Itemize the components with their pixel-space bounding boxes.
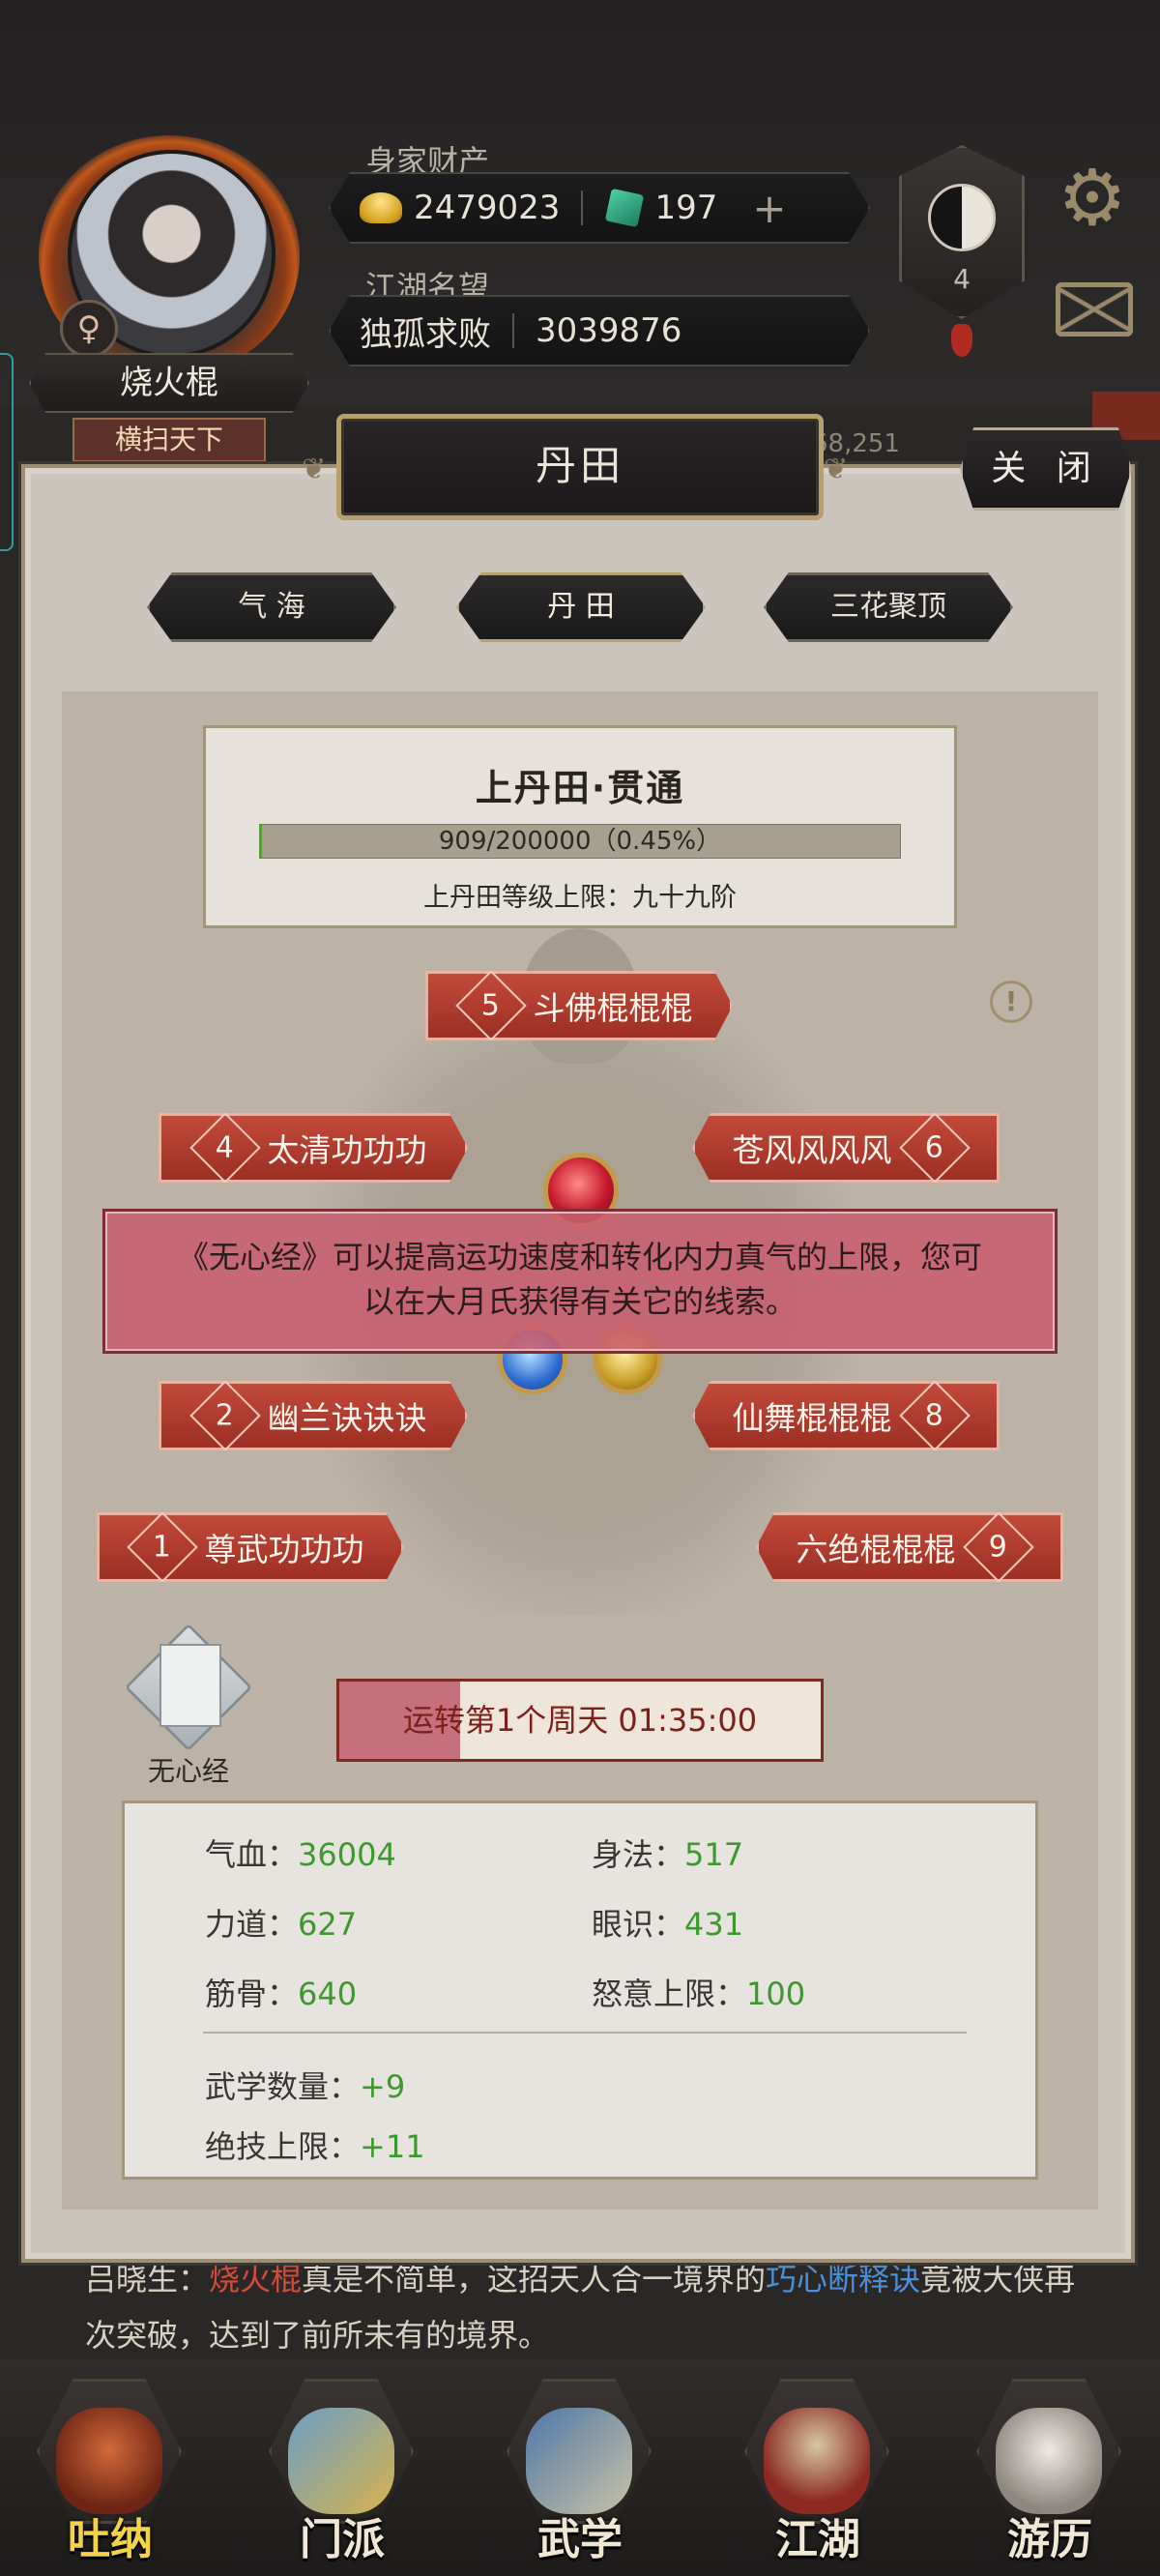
mail-icon[interactable] xyxy=(1056,282,1133,337)
dialog-title: 丹田 xyxy=(336,414,824,520)
taiji-level: 4 xyxy=(953,263,971,295)
skill-slot-6[interactable]: 苍风风风风 6 xyxy=(692,1113,1000,1183)
skill-slot-number: 1 xyxy=(126,1512,198,1582)
skill-slot-number: 8 xyxy=(898,1381,971,1450)
skill-slot-number: 2 xyxy=(188,1381,261,1450)
jade-icon xyxy=(605,188,645,228)
side-panel-handle[interactable] xyxy=(0,353,14,551)
gold-ingot-icon xyxy=(360,192,402,223)
stat-shenfa: 身法：517 xyxy=(592,1836,744,1873)
tab-qihai[interactable]: 气 海 xyxy=(147,572,396,642)
skill-slot-name: 苍风风风风 xyxy=(732,1131,892,1169)
skill-slot-number: 4 xyxy=(188,1113,261,1183)
reputation-bar: 独孤求败 3039876 xyxy=(329,295,870,366)
skill-slot-name: 六绝棍棍棍 xyxy=(796,1531,956,1568)
nav-jianghu[interactable]: 江湖 xyxy=(731,2504,905,2566)
story-log: 吕晓生：烧火棍真是不简单，这招天人合一境界的巧心断释诀竟被大侠再次突破，达到了前… xyxy=(85,2251,1090,2363)
story-speaker: 吕晓生： xyxy=(85,2261,210,2298)
cycle-progress-text: 运转第1个周天 01:35:00 xyxy=(402,1702,758,1739)
tab-sanhua[interactable]: 三花聚顶 xyxy=(764,572,1013,642)
book-label: 无心经 xyxy=(147,1755,229,1787)
dantian-status-title: 上丹田·贯通 xyxy=(475,767,685,809)
gender-female-icon: ♀ xyxy=(60,300,118,358)
nav-youli[interactable]: 游历 xyxy=(963,2504,1137,2566)
stat-wuxue-count: 武学数量：+9 xyxy=(205,2068,406,2105)
stat-lidao: 力道：627 xyxy=(205,1906,358,1943)
gold-amount: 2479023 xyxy=(414,189,561,227)
reputation-rank: 独孤求败 xyxy=(360,314,491,354)
skill-slot-number: 5 xyxy=(454,971,527,1040)
nav-menpai[interactable]: 门派 xyxy=(255,2504,429,2566)
skill-slot-name: 尊武功功功 xyxy=(204,1531,364,1568)
dantian-progress-text: 909/200000（0.45%） xyxy=(438,827,722,856)
skill-slot-2[interactable]: 2 幽兰诀诀诀 xyxy=(159,1381,468,1450)
skill-slot-name: 太清功功功 xyxy=(267,1131,427,1169)
nav-wuxue[interactable]: 武学 xyxy=(493,2504,667,2566)
reputation-value: 3039876 xyxy=(536,311,682,350)
taiji-icon xyxy=(928,184,996,251)
skill-slot-5[interactable]: 5 斗佛棍棍棍 xyxy=(425,971,733,1040)
tassel-icon xyxy=(951,324,972,357)
add-currency-icon[interactable]: + xyxy=(752,185,786,232)
story-name-highlight: 烧火棍 xyxy=(209,2261,303,2298)
player-title: 横扫天下 xyxy=(72,418,266,462)
stat-jueji-cap: 绝技上限：+11 xyxy=(205,2128,425,2165)
skill-slot-4[interactable]: 4 太清功功功 xyxy=(159,1113,468,1183)
flourish-icon: ❦ xyxy=(302,453,327,486)
story-skill-highlight: 巧心断释诀 xyxy=(766,2261,921,2298)
skill-slot-8[interactable]: 仙舞棍棍棍 8 xyxy=(692,1381,1000,1450)
nav-wuxue-icon[interactable] xyxy=(526,2408,632,2514)
jade-amount: 197 xyxy=(654,189,718,227)
nav-youli-icon[interactable] xyxy=(996,2408,1102,2514)
skill-slot-9[interactable]: 六绝棍棍棍 9 xyxy=(756,1512,1063,1582)
skill-slot-number: 9 xyxy=(962,1512,1034,1582)
stat-yanshi: 眼识：431 xyxy=(592,1906,744,1943)
skill-slot-name: 仙舞棍棍棍 xyxy=(732,1399,892,1437)
player-name: 烧火棍 xyxy=(29,353,309,413)
tab-dantian[interactable]: 丹 田 xyxy=(456,572,706,642)
nav-tuna-icon[interactable] xyxy=(56,2408,162,2514)
dantian-level-cap: 上丹田等级上限：九十九阶 xyxy=(423,883,737,913)
nav-jianghu-icon[interactable] xyxy=(764,2408,870,2514)
stat-qixue: 气血：36004 xyxy=(205,1836,396,1873)
nav-menpai-icon[interactable] xyxy=(288,2408,394,2514)
story-text: 真是不简单，这招天人合一境界的 xyxy=(302,2261,767,2298)
divider xyxy=(512,313,514,348)
nav-tuna[interactable]: 吐纳 xyxy=(23,2504,197,2566)
stat-nuyi: 怒意上限：100 xyxy=(592,1976,806,2012)
wealth-bar: 2479023 197 + xyxy=(329,172,870,244)
stat-jingu: 筋骨：640 xyxy=(205,1976,358,2012)
divider xyxy=(203,2032,967,2034)
scripture-book-icon[interactable] xyxy=(160,1644,221,1727)
divider xyxy=(581,190,584,225)
close-button[interactable]: 关 闭 xyxy=(960,427,1132,511)
skill-slot-name: 幽兰诀诀诀 xyxy=(267,1399,427,1437)
gear-icon[interactable]: ⚙ xyxy=(1054,160,1131,237)
tooltip-popup: 《无心经》可以提高运功速度和转化内力真气的上限，您可以在大月氏获得有关它的线索。 xyxy=(102,1209,1058,1354)
skill-slot-name: 斗佛棍棍棍 xyxy=(533,989,693,1027)
info-alert-icon[interactable]: ! xyxy=(990,981,1032,1023)
flourish-icon: ❦ xyxy=(824,453,849,486)
skill-slot-1[interactable]: 1 尊武功功功 xyxy=(97,1512,404,1582)
skill-slot-number: 6 xyxy=(898,1113,971,1183)
